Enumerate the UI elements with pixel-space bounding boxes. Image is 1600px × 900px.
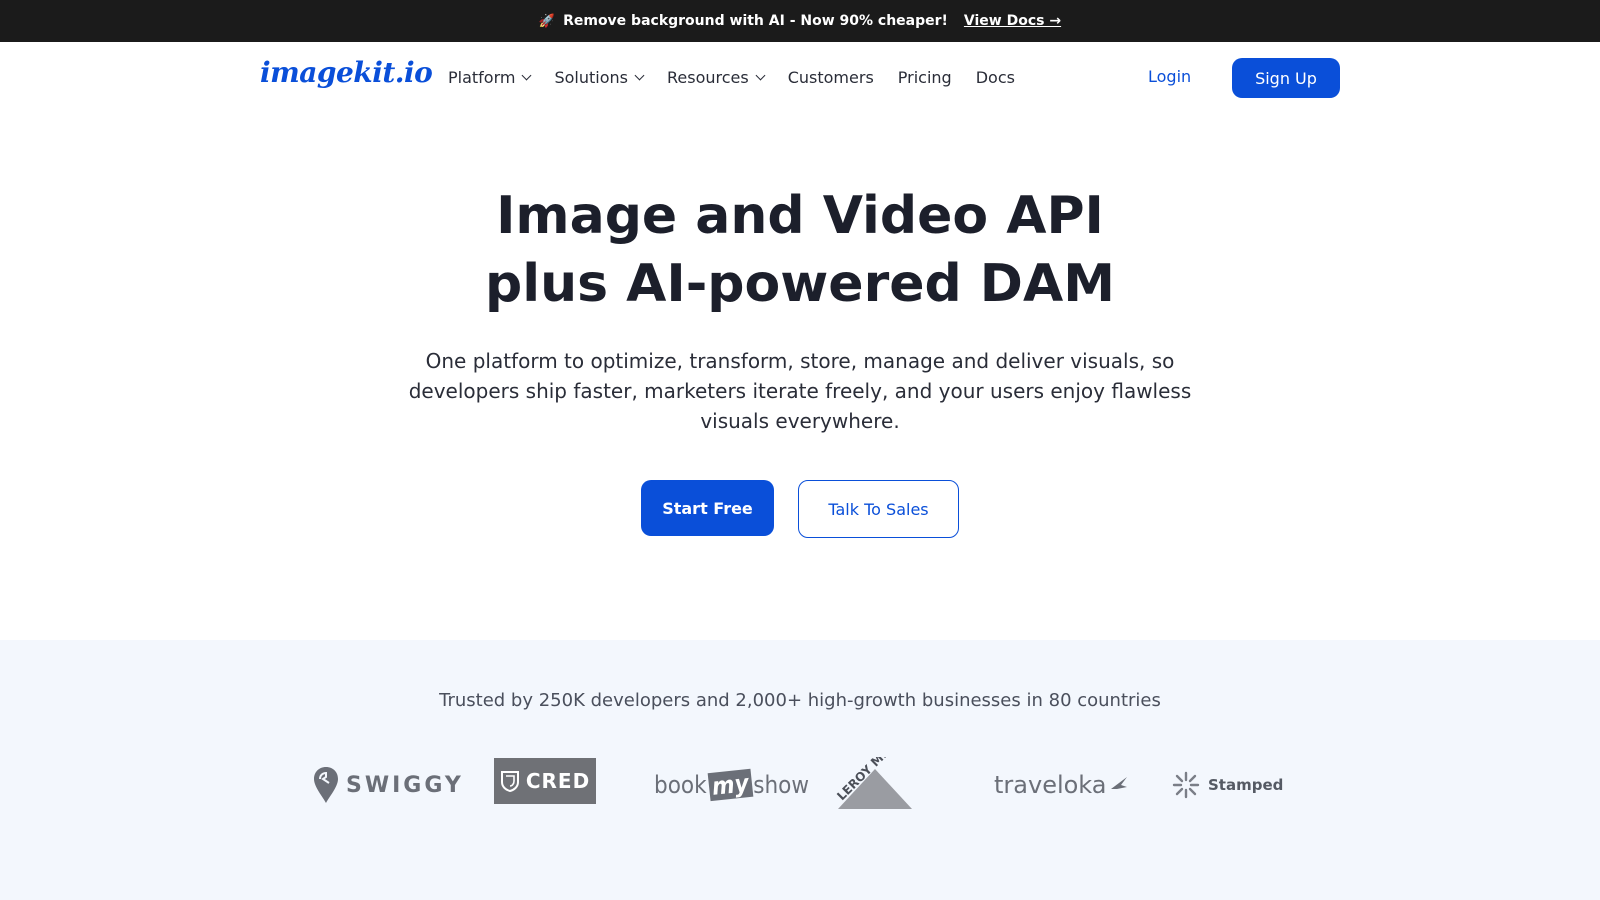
signup-button[interactable]: Sign Up (1232, 58, 1340, 98)
traveloka-wordmark: traveloka (994, 771, 1107, 799)
swiggy-pin-icon (314, 767, 338, 803)
nav-item-pricing[interactable]: Pricing (898, 68, 952, 87)
chevron-down-icon (522, 70, 532, 81)
stamped-burst-icon (1172, 771, 1200, 799)
start-free-button[interactable]: Start Free (641, 480, 774, 536)
talk-to-sales-button[interactable]: Talk To Sales (798, 480, 959, 538)
login-link[interactable]: Login (1148, 67, 1191, 86)
chevron-down-icon (634, 70, 645, 81)
cred-shield-icon (500, 771, 519, 792)
cred-wordmark: CRED (525, 769, 591, 793)
rocket-icon: 🚀 (538, 13, 556, 29)
nav-item-platform[interactable]: Platform (448, 68, 532, 87)
nav-menu: Platform Solutions Resources Customers P… (448, 68, 1015, 87)
nav-item-docs[interactable]: Docs (976, 68, 1015, 87)
traveloka-logo: traveloka (994, 750, 1129, 820)
trusted-text: Trusted by 250K developers and 2,000+ hi… (439, 690, 1161, 711)
cred-logo: CRED (494, 758, 596, 804)
leroy-merlin-mark: LEROY MERLIN (834, 757, 914, 809)
customer-logos: SWIGGY CRED book my show LEROY MERLIN tr… (0, 750, 1600, 820)
nav-item-label: Pricing (897, 68, 952, 87)
hero-subtitle: One platform to optimize, transform, sto… (408, 349, 1192, 433)
bms-my: my (707, 768, 753, 802)
nav-item-label: Customers (787, 68, 874, 87)
trusted-section: Trusted by 250K developers and 2,000+ hi… (0, 640, 1600, 900)
announcement-bar: 🚀 Remove background with AI - Now 90% ch… (0, 0, 1600, 42)
nav-item-customers[interactable]: Customers (788, 68, 874, 87)
hero-title: Image and Video API plus AI-powered DAM (0, 182, 1600, 318)
nav-item-resources[interactable]: Resources (667, 68, 766, 87)
nav-item-label: Resources (667, 68, 749, 87)
hero-title-line1: Image and Video API (496, 186, 1104, 246)
hero-title-line2: plus AI-powered DAM (485, 254, 1115, 314)
swiggy-wordmark: SWIGGY (346, 772, 464, 798)
imagekit-logo[interactable]: imagekit.io (260, 56, 433, 89)
leroy-merlin-logo: LEROY MERLIN (832, 750, 918, 820)
stamped-wordmark: Stamped (1208, 776, 1284, 794)
nav-item-label: Platform (448, 68, 516, 87)
stamped-logo: Stamped (1172, 750, 1283, 820)
view-docs-link[interactable]: View Docs → (964, 13, 1061, 29)
nav-item-label: Solutions (554, 68, 628, 87)
bookmyshow-logo: book my show (654, 750, 809, 820)
bird-icon (1110, 777, 1127, 789)
nav-item-label: Docs (975, 68, 1015, 87)
bms-book: book (654, 771, 707, 799)
swiggy-logo: SWIGGY (314, 750, 464, 820)
chevron-down-icon (755, 70, 766, 81)
nav-item-solutions[interactable]: Solutions (554, 68, 645, 87)
announcement-text: Remove background with AI - Now 90% chea… (563, 13, 948, 29)
bms-show: show (753, 771, 810, 799)
main-nav: imagekit.io Platform Solutions Resources… (0, 42, 1600, 114)
